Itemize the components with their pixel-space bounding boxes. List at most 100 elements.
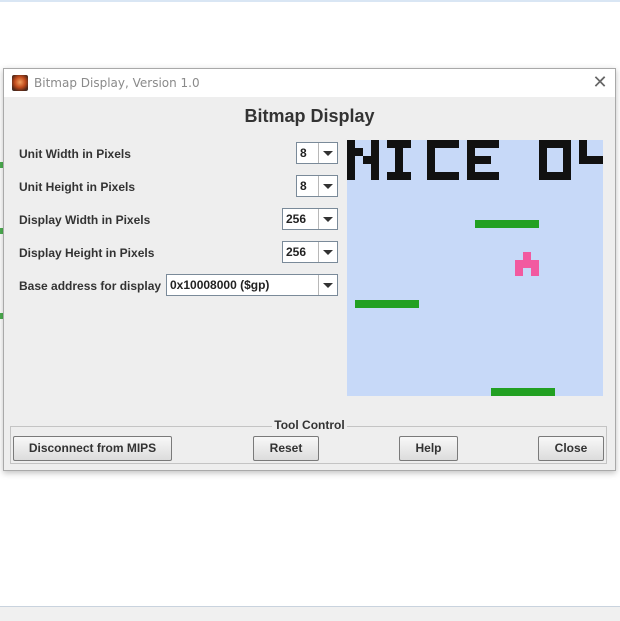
platform [491, 388, 555, 396]
score-text-pixel [347, 156, 355, 164]
base-address-select[interactable]: 0x10008000 ($gp) [166, 274, 338, 296]
score-text-pixel [475, 140, 483, 148]
app-icon [12, 75, 28, 91]
display-height-value: 256 [286, 245, 307, 259]
score-text-pixel [491, 172, 499, 180]
title-bar[interactable]: Bitmap Display, Version 1.0 ✕ [4, 69, 615, 97]
platform [475, 220, 539, 228]
bitmap-display-window: Bitmap Display, Version 1.0 ✕ Bitmap Dis… [3, 68, 616, 471]
score-text-pixel [371, 156, 379, 164]
score-value-pixel [539, 164, 547, 172]
score-text-pixel [475, 172, 483, 180]
score-text-pixel [491, 140, 499, 148]
chevron-down-icon[interactable] [318, 143, 337, 163]
score-value-pixel [555, 172, 563, 180]
score-text-pixel [467, 148, 475, 156]
score-text-pixel [483, 172, 491, 180]
unit-height-select[interactable]: 8 [296, 175, 338, 197]
score-text-pixel [467, 164, 475, 172]
chevron-down-icon[interactable] [318, 242, 337, 262]
score-text-pixel [483, 140, 491, 148]
score-value-pixel [555, 140, 563, 148]
score-value-pixel [587, 156, 595, 164]
score-text-pixel [467, 172, 475, 180]
score-text-pixel [395, 140, 403, 148]
unit-width-value: 8 [300, 146, 307, 160]
score-value-pixel [563, 148, 571, 156]
window-title: Bitmap Display, Version 1.0 [34, 76, 200, 90]
platform [355, 300, 419, 308]
player-sprite [523, 252, 531, 260]
score-text-pixel [347, 148, 355, 156]
score-text-pixel [371, 148, 379, 156]
unit-height-value: 8 [300, 179, 307, 193]
score-text-pixel [435, 140, 443, 148]
tool-control-title: Tool Control [4, 418, 615, 432]
display-width-select[interactable]: 256 [282, 208, 338, 230]
score-text-pixel [443, 140, 451, 148]
score-text-pixel [347, 140, 355, 148]
score-text-pixel [427, 172, 435, 180]
score-text-pixel [347, 172, 355, 180]
score-text-pixel [451, 140, 459, 148]
unit-width-select[interactable]: 8 [296, 142, 338, 164]
display-height-label: Display Height in Pixels [19, 246, 155, 260]
score-value-pixel [563, 172, 571, 180]
score-text-pixel [387, 172, 395, 180]
score-value-pixel [539, 140, 547, 148]
display-width-label: Display Width in Pixels [19, 213, 151, 227]
base-address-value: 0x10008000 ($gp) [170, 278, 270, 292]
score-text-pixel [403, 140, 411, 148]
score-value-pixel [595, 156, 603, 164]
close-button[interactable]: Close [538, 436, 604, 461]
display-height-select[interactable]: 256 [282, 241, 338, 263]
score-text-pixel [427, 156, 435, 164]
chevron-down-icon[interactable] [318, 176, 337, 196]
score-text-pixel [371, 164, 379, 172]
score-text-pixel [395, 172, 403, 180]
score-value-pixel [547, 172, 555, 180]
player-sprite [531, 268, 539, 276]
score-text-pixel [427, 164, 435, 172]
score-text-pixel [435, 172, 443, 180]
disconnect-button[interactable]: Disconnect from MIPS [13, 436, 172, 461]
unit-width-label: Unit Width in Pixels [19, 147, 131, 161]
score-text-pixel [427, 140, 435, 148]
score-value-pixel [563, 164, 571, 172]
score-text-pixel [427, 148, 435, 156]
help-button[interactable]: Help [399, 436, 458, 461]
player-sprite [515, 260, 539, 268]
score-text-pixel [355, 148, 363, 156]
score-text-pixel [395, 148, 403, 156]
display-width-value: 256 [286, 212, 307, 226]
score-text-pixel [443, 172, 451, 180]
score-value-pixel [539, 148, 547, 156]
score-value-pixel [579, 140, 587, 148]
score-text-pixel [371, 172, 379, 180]
score-value-pixel [539, 156, 547, 164]
bitmap-canvas [347, 140, 603, 396]
score-text-pixel [467, 156, 475, 164]
close-icon[interactable]: ✕ [590, 73, 610, 93]
score-value-pixel [563, 156, 571, 164]
page-title: Bitmap Display [244, 106, 375, 126]
score-value-pixel [539, 172, 547, 180]
score-text-pixel [395, 164, 403, 172]
score-text-pixel [363, 156, 371, 164]
score-text-pixel [403, 172, 411, 180]
reset-button[interactable]: Reset [253, 436, 319, 461]
score-text-pixel [395, 156, 403, 164]
chevron-down-icon[interactable] [318, 275, 337, 295]
score-value-pixel [563, 140, 571, 148]
score-text-pixel [387, 140, 395, 148]
taskbar [0, 606, 620, 621]
desktop-top-edge [0, 0, 620, 2]
score-value-pixel [579, 148, 587, 156]
score-text-pixel [347, 164, 355, 172]
score-value-pixel [579, 156, 587, 164]
score-text-pixel [483, 156, 491, 164]
score-text-pixel [451, 172, 459, 180]
score-value-pixel [547, 140, 555, 148]
chevron-down-icon[interactable] [318, 209, 337, 229]
score-text-pixel [371, 140, 379, 148]
